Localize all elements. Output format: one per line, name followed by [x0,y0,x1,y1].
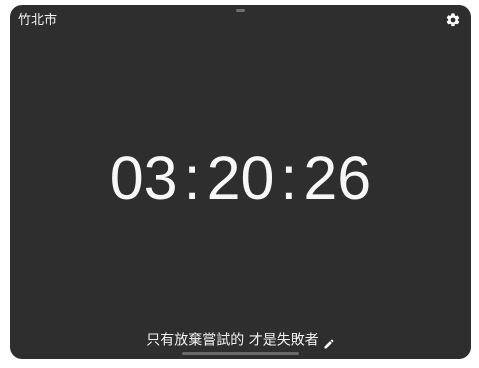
top-handle[interactable] [236,9,245,12]
quote-text: 只有放棄嘗試的 才是失敗者 [146,332,319,349]
pencil-icon [324,338,334,348]
clock-separator: : [183,144,201,212]
clock-seconds: 26 [303,144,372,212]
clock-hours: 03 [109,144,178,212]
clock-separator: : [280,144,298,212]
settings-button[interactable] [445,12,461,28]
clock-minutes: 20 [206,144,275,212]
home-indicator [182,352,299,355]
quote-row[interactable]: 只有放棄嘗試的 才是失敗者 [10,330,471,350]
edit-quote-button[interactable] [323,335,335,348]
clock-display: 03:20:26 [10,143,471,213]
clock-screen: 竹北市 03:20:26 只有放棄嘗試的 才是失敗者 [10,5,471,359]
location-label: 竹北市 [18,13,58,28]
gear-icon [446,13,460,27]
